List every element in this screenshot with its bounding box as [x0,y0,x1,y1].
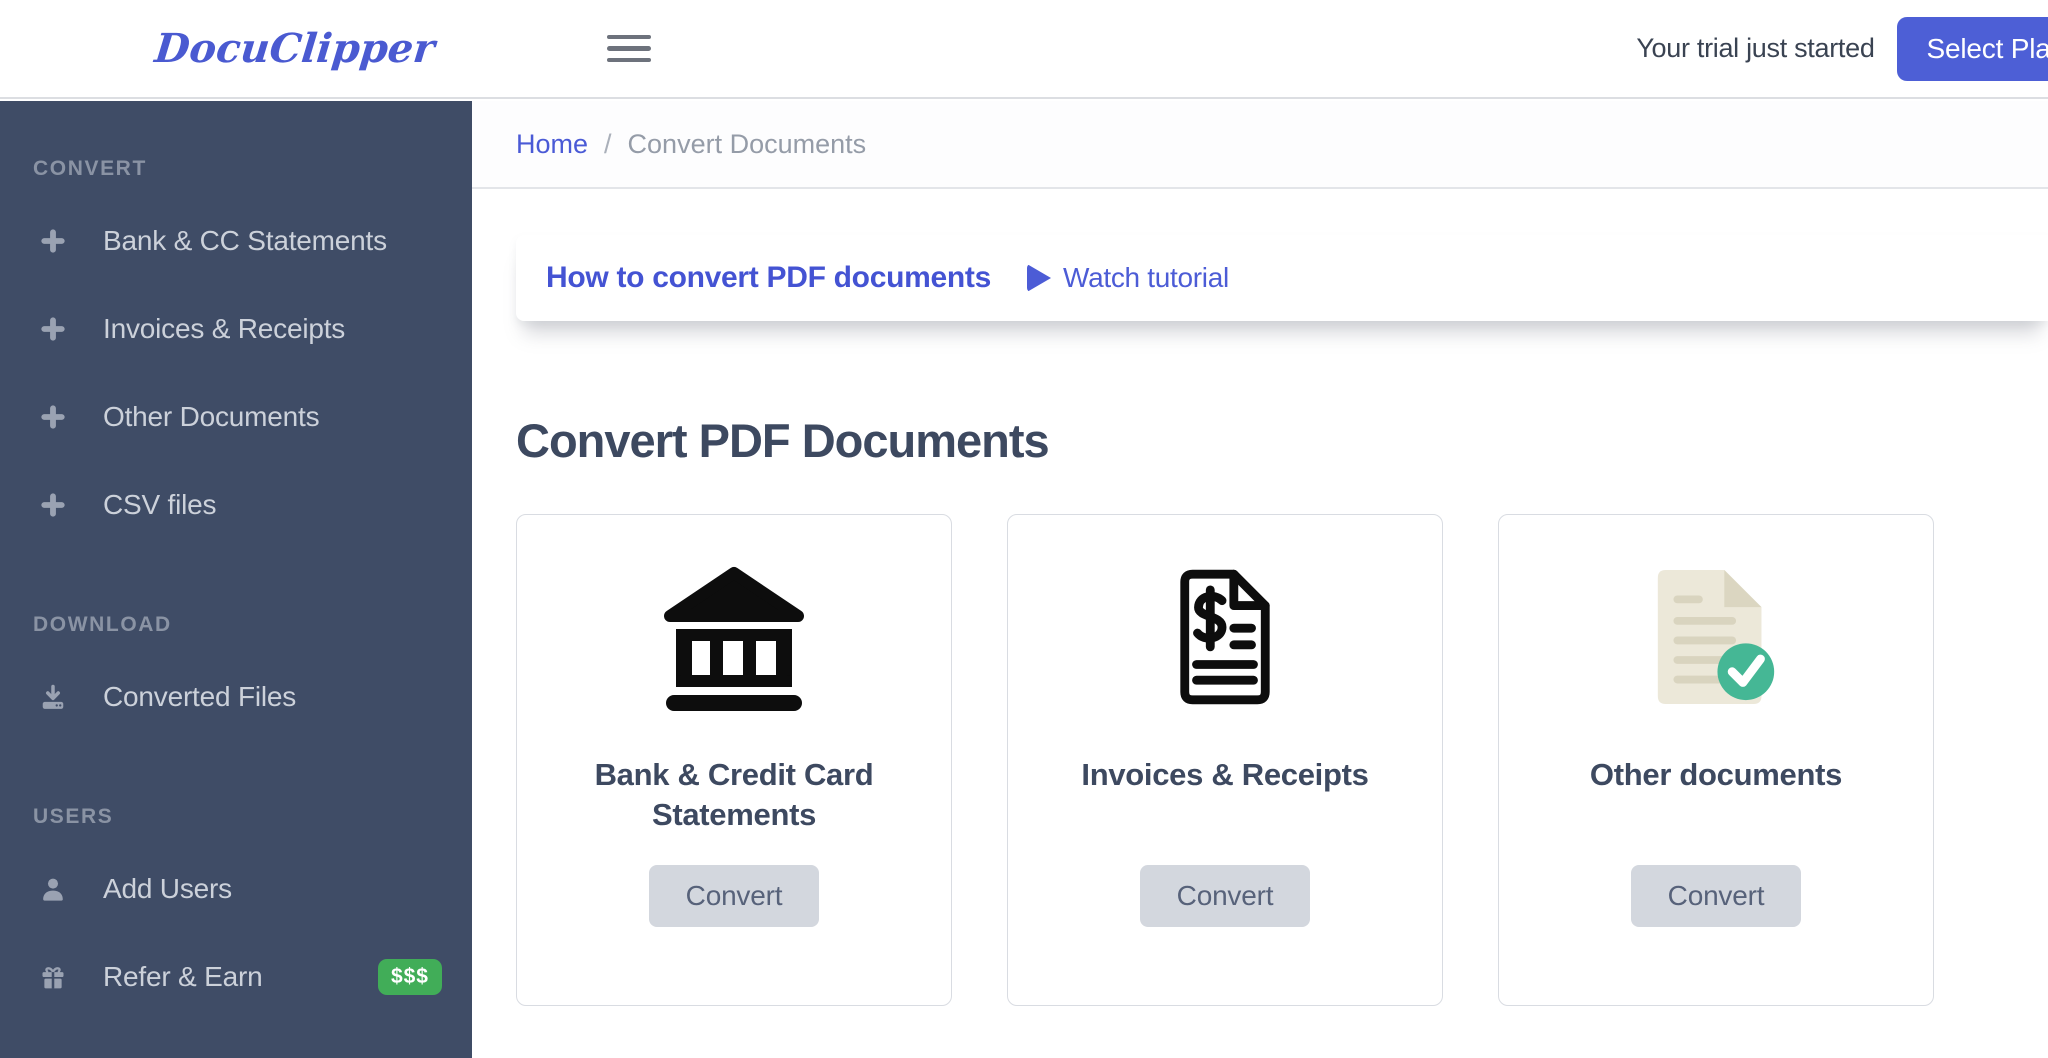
money-badge: $$$ [377,959,442,995]
sidebar-item-refer-earn[interactable]: Refer & Earn $$$ [0,933,472,1021]
bank-icon [659,563,809,711]
sidebar-item-converted-files[interactable]: Converted Files [0,653,472,741]
sidebar-item-label: Bank & CC Statements [103,225,387,256]
hamburger-icon [606,46,651,51]
sidebar-section-convert: CONVERT [33,157,147,180]
breadcrumb-current: Convert Documents [627,128,867,159]
plus-icon [39,491,67,519]
top-header: DocuClipper Your trial just started Sele… [0,0,2048,99]
play-icon [1026,264,1051,292]
sidebar-item-bank-cc-statements[interactable]: Bank & CC Statements [0,197,472,285]
convert-cards: Bank & Credit Card Statements Convert In… [472,514,2048,1006]
breadcrumb-separator: / [604,128,612,159]
document-check-icon [1650,563,1782,711]
sidebar-item-csv-files[interactable]: CSV files [0,461,472,549]
watch-tutorial-link[interactable]: Watch tutorial [1026,262,1229,294]
sidebar-item-label: Refer & Earn [103,961,263,992]
convert-bank-statements-button[interactable]: Convert [648,865,820,927]
invoice-dollar-icon [1171,563,1279,711]
sidebar-item-label: Add Users [103,873,232,904]
watch-tutorial-label: Watch tutorial [1062,262,1229,293]
trial-status-text: Your trial just started [1636,33,1875,63]
sidebar-item-other-documents[interactable]: Other Documents [0,373,472,461]
app-logo[interactable]: DocuClipper [153,25,437,72]
gift-icon [39,963,67,991]
breadcrumb-home-link[interactable]: Home [516,129,588,160]
card-invoices-receipts: Invoices & Receipts Convert [1007,514,1443,1006]
plus-icon [39,403,67,431]
download-icon [39,683,67,711]
convert-other-documents-button[interactable]: Convert [1630,865,1802,927]
sidebar-item-label: Converted Files [103,681,297,712]
select-plan-button[interactable]: Select Plan [1896,16,2048,81]
menu-toggle-button[interactable] [605,29,653,69]
card-title: Bank & Credit Card Statements [594,757,874,832]
plus-icon [39,227,67,255]
main-content: Home / Convert Documents How to convert … [472,101,2048,1058]
hamburger-icon [606,57,651,63]
header-right-group: Your trial just started Select Plan [1636,16,2048,81]
sidebar-item-label: Other Documents [103,401,320,432]
breadcrumb: Home / Convert Documents [472,101,2048,189]
card-title: Invoices & Receipts [1081,757,1369,792]
sidebar-item-invoices-receipts[interactable]: Invoices & Receipts [0,285,472,373]
tutorial-banner: How to convert PDF documents Watch tutor… [516,235,2048,321]
sidebar-item-label: CSV files [103,489,217,520]
card-bank-statements: Bank & Credit Card Statements Convert [516,514,952,1006]
hamburger-icon [606,34,651,40]
card-other-documents: Other documents Convert [1498,514,1934,1006]
user-icon [39,875,67,903]
sidebar-section-users: USERS [33,805,114,828]
card-title: Other documents [1589,757,1843,792]
plus-icon [39,315,67,343]
sidebar-item-add-users[interactable]: Add Users [0,845,472,933]
app-root: DocuClipper Your trial just started Sele… [0,0,2048,1058]
page-title: Convert PDF Documents [516,414,1050,467]
sidebar: CONVERT Bank & CC Statements Invoices & … [0,101,472,1058]
convert-invoices-receipts-button[interactable]: Convert [1139,865,1311,927]
banner-title: How to convert PDF documents [546,261,991,294]
sidebar-section-download: DOWNLOAD [33,613,172,636]
sidebar-item-label: Invoices & Receipts [103,313,346,344]
